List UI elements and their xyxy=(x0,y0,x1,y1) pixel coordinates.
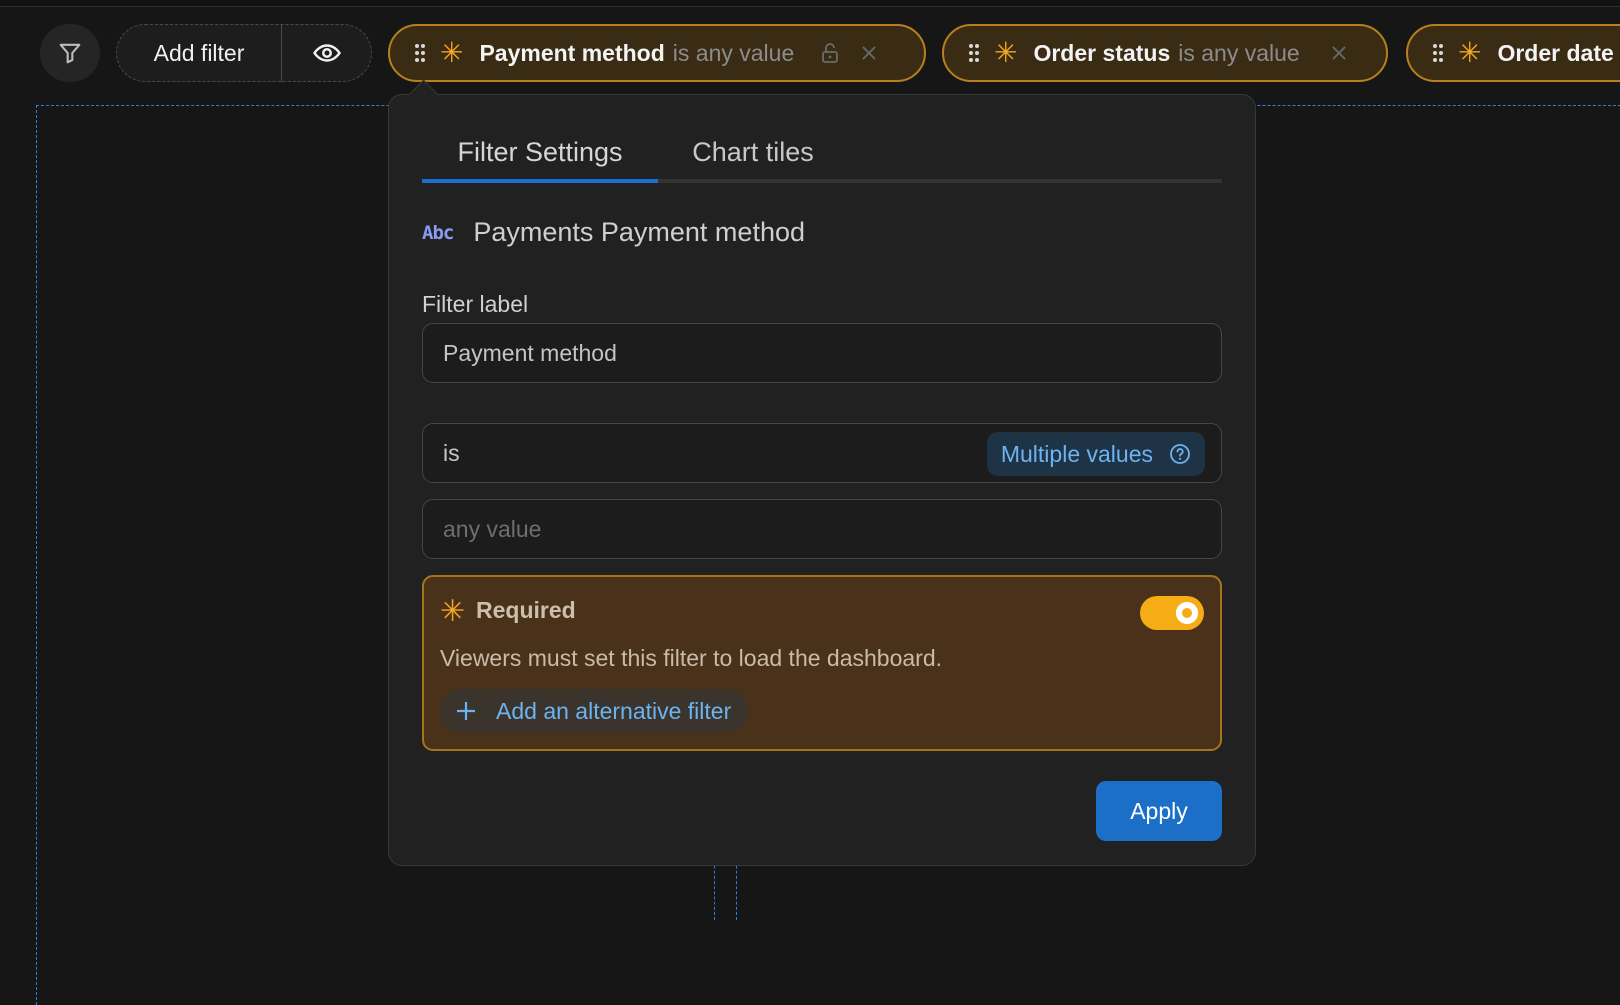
filter-label-input[interactable]: Payment method xyxy=(422,323,1222,383)
required-title: Required xyxy=(476,597,576,623)
toggle-visibility-button[interactable] xyxy=(282,25,371,81)
add-filter-group: Add filter xyxy=(116,24,372,82)
help-icon[interactable] xyxy=(1169,443,1191,465)
chip-condition: is any value xyxy=(672,39,795,66)
required-description: Viewers must set this filter to load the… xyxy=(440,645,943,671)
required-asterisk-icon: ✳ xyxy=(440,595,466,628)
required-asterisk-icon: ✳ xyxy=(1458,37,1482,68)
required-toggle[interactable] xyxy=(1140,596,1204,630)
chip-condition: is any value xyxy=(1178,39,1300,66)
required-asterisk-icon: ✳ xyxy=(994,37,1018,68)
filter-chip-payment-method[interactable]: ✳ Payment method is any value xyxy=(388,24,926,82)
apply-button[interactable]: Apply xyxy=(1096,781,1222,841)
required-asterisk-icon: ✳ xyxy=(440,37,464,68)
popover-tabs: Filter Settings Chart tiles xyxy=(422,125,1222,183)
add-alternative-filter-label: Add an alternative filter xyxy=(496,697,732,724)
filters-toggle-button[interactable] xyxy=(40,24,100,82)
chip-label: Order date xyxy=(1497,39,1614,66)
operator-value: is xyxy=(443,439,460,466)
unlock-icon[interactable] xyxy=(820,42,840,64)
filter-chip-order-status[interactable]: ✳ Order status is any value xyxy=(942,24,1388,82)
active-tab-indicator xyxy=(422,179,658,183)
funnel-icon xyxy=(59,43,81,64)
chip-label: Payment method xyxy=(479,39,665,66)
value-input[interactable]: any value xyxy=(422,499,1222,559)
popover-arrow xyxy=(408,79,439,110)
filters-toolbar: Add filter ✳ Payment method is any value… xyxy=(0,24,1620,82)
drag-handle-icon[interactable] xyxy=(968,43,980,63)
operator-select[interactable]: is Multiple values xyxy=(422,423,1222,483)
multiple-values-label: Multiple values xyxy=(1000,440,1153,467)
drag-handle-icon[interactable] xyxy=(1432,43,1444,63)
add-alternative-filter-button[interactable]: Add an alternative filter xyxy=(440,689,750,733)
drag-handle-icon[interactable] xyxy=(414,43,426,63)
chip-label: Order status xyxy=(1033,39,1171,66)
filter-chip-order-date[interactable]: ✳ Order date xyxy=(1406,24,1620,82)
required-section: ✳ Required Viewers must set this filter … xyxy=(422,575,1222,751)
top-border xyxy=(0,0,1620,7)
toggle-knob xyxy=(1176,602,1198,624)
field-name: Payments Payment method xyxy=(473,217,805,247)
remove-filter-icon[interactable] xyxy=(1330,44,1348,62)
add-filter-button[interactable]: Add filter xyxy=(117,25,281,81)
filter-label-heading: Filter label xyxy=(422,291,529,317)
plus-icon xyxy=(454,699,478,723)
string-type-icon: Abc xyxy=(422,221,454,244)
tab-chart-tiles[interactable]: Chart tiles xyxy=(658,125,848,179)
filter-settings-popover: Filter Settings Chart tiles Abc Payments… xyxy=(388,79,1256,866)
eye-icon xyxy=(312,44,341,62)
multiple-values-button[interactable]: Multiple values xyxy=(986,432,1205,476)
remove-filter-icon[interactable] xyxy=(860,44,878,62)
field-heading: Abc Payments Payment method xyxy=(422,217,805,248)
tab-filter-settings[interactable]: Filter Settings xyxy=(422,125,658,179)
